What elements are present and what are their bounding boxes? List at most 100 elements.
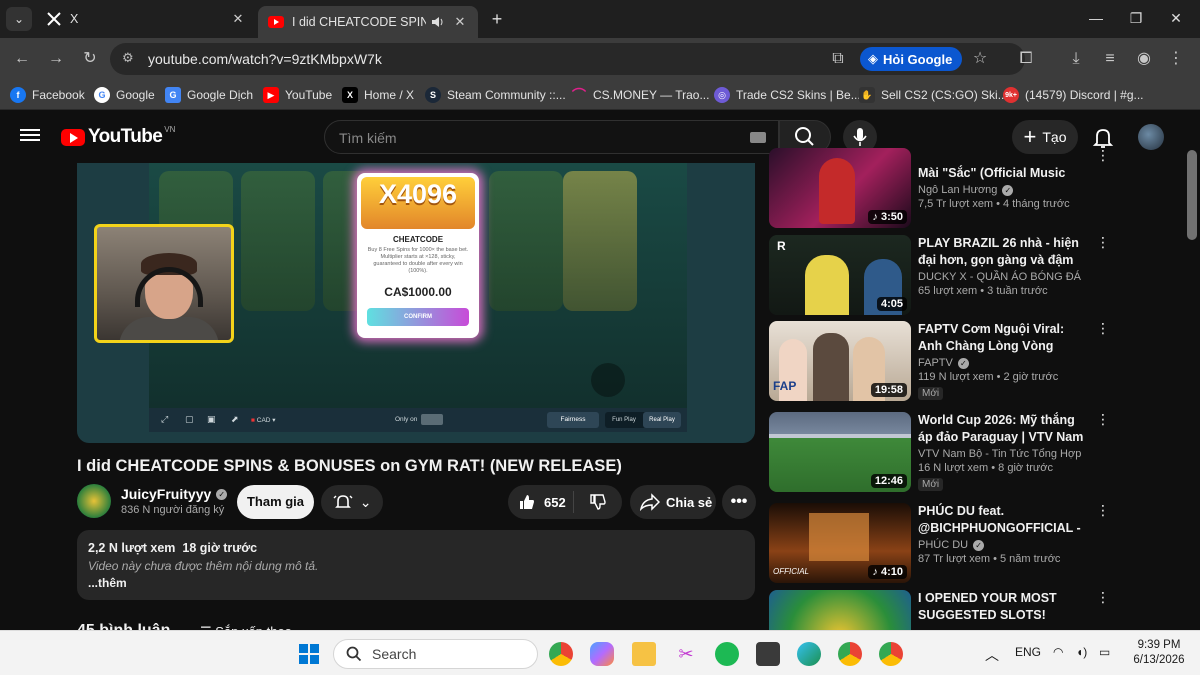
video-thumbnail[interactable]: ♪ 3:50 (769, 148, 911, 228)
youtube-logo[interactable]: YouTube VN (61, 125, 175, 148)
tab-search-button[interactable]: ⌄ (6, 7, 32, 31)
wifi-icon[interactable]: ◠ (1053, 645, 1063, 659)
recommended-video[interactable]: I OPENED YOUR MOST SUGGESTED SLOTS! (Gen… (769, 590, 1109, 630)
chrome-profile-icon[interactable] (838, 642, 862, 666)
language-indicator[interactable]: ENG (1015, 645, 1041, 659)
bookmark-google[interactable]: G Google (94, 85, 155, 105)
more-horizontal-icon: ••• (730, 493, 748, 510)
bookmark-star-icon[interactable]: ☆ (968, 47, 992, 71)
video-thumbnail[interactable]: 12:46 (769, 412, 911, 492)
search-input[interactable]: Tìm kiếm (324, 120, 779, 154)
bookmark-trade[interactable]: ◎ Trade CS2 Skins | Be... (714, 85, 861, 105)
back-icon[interactable]: ← (10, 47, 34, 71)
keyboard-icon[interactable] (750, 132, 766, 143)
verified-icon: ✓ (973, 539, 985, 551)
recommended-video[interactable]: 12:46 World Cup 2026: Mỹ thắng áp đảo Pa… (769, 412, 1110, 492)
dislike-button[interactable] (574, 493, 622, 511)
video-thumbnail[interactable]: R 4:05 (769, 235, 911, 315)
recommended-video[interactable]: ♪ 3:50 Mài "Sắc" (Official Music Video) … (769, 148, 1110, 228)
page-scrollbar[interactable] (1187, 150, 1197, 240)
chrome-icon[interactable] (549, 642, 573, 666)
close-icon[interactable]: ✕ (230, 11, 246, 27)
bonus-buy-popup: X4096 CHEATCODE Buy 8 Free Spins for 100… (357, 173, 479, 338)
speaker-icon[interactable] (430, 14, 446, 30)
extensions-icon[interactable]: ⧠ (1014, 47, 1038, 71)
download-icon[interactable]: ⤓ (1064, 47, 1088, 71)
video-thumbnail[interactable]: OFFICIAL ♪ 4:10 (769, 503, 911, 583)
recommended-video[interactable]: FAP 19:58 FAPTV Cơm Nguội Viral: Anh Chà… (769, 321, 1110, 401)
account-avatar[interactable] (1138, 124, 1164, 150)
close-icon[interactable]: ✕ (452, 14, 468, 30)
url-text[interactable]: youtube.com/watch?v=9ztKMbpxW7k (148, 51, 382, 67)
show-more-link[interactable]: ...thêm (88, 576, 127, 590)
site-info-icon[interactable]: ⚙ (122, 50, 134, 66)
description-box[interactable]: 2,2 N lượt xem 18 giờ trước Video này ch… (77, 530, 755, 600)
more-vertical-icon[interactable]: ⋮ (1096, 235, 1110, 249)
chrome-active-icon[interactable] (879, 642, 903, 666)
duration-badge: ♪ 3:50 (868, 210, 907, 224)
more-actions-button[interactable]: ••• (722, 485, 756, 519)
fullscreen-icon: ⤢ (161, 414, 169, 424)
bell-icon (333, 495, 353, 508)
profile-icon[interactable]: ◉ (1132, 47, 1156, 71)
file-explorer-icon[interactable] (632, 642, 656, 666)
bookmark-csmoney[interactable]: ⌒ CS.MONEY — Trao... (571, 85, 709, 105)
windows-start-icon[interactable] (297, 642, 321, 666)
share-button[interactable]: Chia sẻ (630, 485, 716, 519)
bookmark-sell[interactable]: ✋ Sell CS2 (CS:GO) Ski... (859, 85, 1008, 105)
bookmark-steam[interactable]: S Steam Community ::... (425, 85, 566, 105)
ask-google-button[interactable]: ◈ Hỏi Google (860, 47, 963, 71)
reload-icon[interactable]: ↻ (78, 47, 102, 71)
video-player[interactable]: X4096 CHEATCODE Buy 8 Free Spins for 100… (77, 163, 755, 443)
subscription-bell-button[interactable]: ⌄ (321, 485, 383, 519)
edge-icon[interactable] (797, 642, 821, 666)
menu-icon[interactable]: ⋮ (1164, 47, 1188, 71)
address-bar[interactable]: ⚙ youtube.com/watch?v=9ztKMbpxW7k ⧉ ◈ Hỏ… (110, 43, 1025, 75)
fairness-button: Fairness (547, 412, 599, 428)
streamer-body (119, 317, 219, 340)
system-clock[interactable]: 9:39 PM 6/13/2026 (1128, 638, 1190, 668)
like-button[interactable]: 652 (508, 491, 574, 513)
channel-name[interactable]: JuicyFruityyy ✓ (121, 486, 228, 502)
bookmark-x[interactable]: X Home / X (342, 85, 414, 105)
battery-icon[interactable]: ▭ (1099, 645, 1110, 659)
bookmark-facebook[interactable]: f Facebook (10, 85, 85, 105)
video-stats: 16 N lượt xem • 8 giờ trước (918, 462, 1053, 474)
bookmark-google-dich[interactable]: G Google Dịch (165, 85, 253, 105)
more-vertical-icon[interactable]: ⋮ (1096, 412, 1110, 426)
install-app-icon[interactable]: ⧉ (826, 47, 850, 71)
taskbar-search[interactable]: Search (333, 639, 538, 669)
snipping-tool-icon[interactable]: ✂ (674, 642, 698, 666)
bookmark-label: YouTube (285, 88, 333, 102)
webcam-overlay (94, 224, 234, 343)
more-vertical-icon[interactable]: ⋮ (1096, 148, 1110, 162)
terminal-icon[interactable] (756, 642, 780, 666)
volume-icon[interactable]: ◖) (1076, 645, 1087, 659)
spotify-icon[interactable] (715, 642, 739, 666)
maximize-button[interactable]: ❐ (1116, 6, 1156, 30)
confirm-button: CONFIRM (367, 308, 469, 326)
bookmark-discord[interactable]: 9k+ (14579) Discord | #g... (1003, 85, 1144, 105)
more-vertical-icon[interactable]: ⋮ (1096, 321, 1110, 335)
menu-icon[interactable] (20, 126, 40, 146)
verified-icon: ✓ (957, 357, 969, 369)
join-button[interactable]: Tham gia (237, 485, 314, 519)
video-thumbnail[interactable] (769, 590, 911, 630)
more-vertical-icon[interactable]: ⋮ (1096, 503, 1110, 517)
recommended-video[interactable]: R 4:05 PLAY BRAZIL 26 nhà - hiện đại hơn… (769, 235, 1110, 315)
close-window-button[interactable]: ✕ (1156, 6, 1196, 30)
recommended-video[interactable]: OFFICIAL ♪ 4:10 PHÚC DU feat. @BICHPHUON… (769, 503, 1110, 583)
tab-youtube-video[interactable]: I did CHEATCODE SPINS & B ✕ (258, 6, 478, 38)
forward-icon[interactable]: → (44, 47, 68, 71)
channel-avatar[interactable] (77, 484, 111, 518)
media-control-icon[interactable]: ≡ (1098, 47, 1122, 71)
minimize-button[interactable]: — (1076, 6, 1116, 30)
bookmark-youtube[interactable]: ▶ YouTube (263, 85, 332, 105)
tray-overflow-icon[interactable]: ︿ (985, 645, 999, 665)
tab-x[interactable]: X ✕ (36, 4, 256, 34)
new-tab-button[interactable]: + (486, 8, 508, 30)
copilot-icon[interactable] (590, 642, 614, 666)
more-vertical-icon[interactable]: ⋮ (1096, 590, 1109, 604)
youtube-play-icon (61, 128, 85, 146)
video-thumbnail[interactable]: FAP 19:58 (769, 321, 911, 401)
